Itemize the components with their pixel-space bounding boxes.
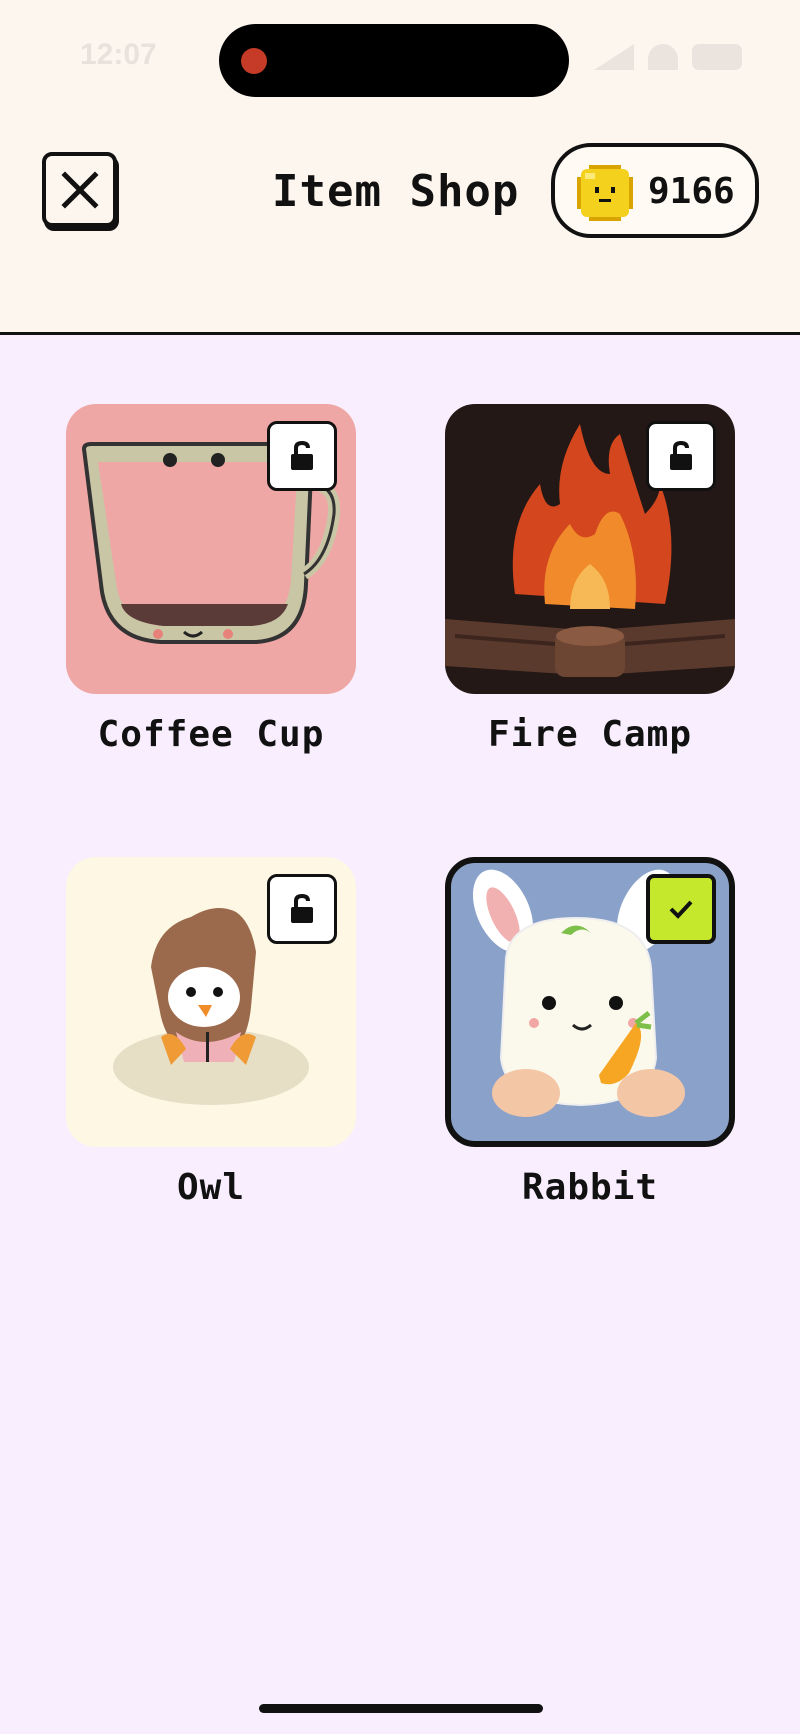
unlocked-padlock-icon xyxy=(291,440,313,470)
close-icon xyxy=(60,170,99,209)
item-card-rabbit[interactable] xyxy=(445,857,735,1147)
coin-balance: 9166 xyxy=(551,143,759,238)
item-card-owl[interactable] xyxy=(66,857,356,1147)
wifi-icon xyxy=(648,44,678,70)
item-name: Fire Camp xyxy=(487,714,693,755)
item-name: Owl xyxy=(176,1167,246,1208)
page-title: Item Shop xyxy=(272,166,520,217)
item-name: Coffee Cup xyxy=(97,714,325,755)
item-card-fire-camp[interactable] xyxy=(445,404,735,694)
dynamic-island xyxy=(219,24,569,97)
item-card-coffee-cup[interactable] xyxy=(66,404,356,694)
checkmark-icon xyxy=(669,900,693,919)
status-time: 12:07 xyxy=(80,38,157,71)
unlocked-padlock-icon xyxy=(291,893,313,923)
battery-icon xyxy=(692,44,742,70)
recording-dot-icon xyxy=(241,48,267,74)
item-name: Rabbit xyxy=(521,1167,659,1208)
home-indicator xyxy=(259,1704,543,1713)
signal-icon xyxy=(594,44,634,70)
close-button[interactable] xyxy=(42,152,117,227)
lock-badge xyxy=(267,874,337,944)
coin-icon xyxy=(577,165,633,221)
lock-badge xyxy=(646,421,716,491)
status-icons xyxy=(594,44,742,70)
unlocked-padlock-icon xyxy=(670,440,692,470)
coin-count: 9166 xyxy=(648,171,735,212)
owned-badge xyxy=(646,874,716,944)
top-header: 12:07 Item Shop 9166 xyxy=(0,0,800,335)
lock-badge xyxy=(267,421,337,491)
